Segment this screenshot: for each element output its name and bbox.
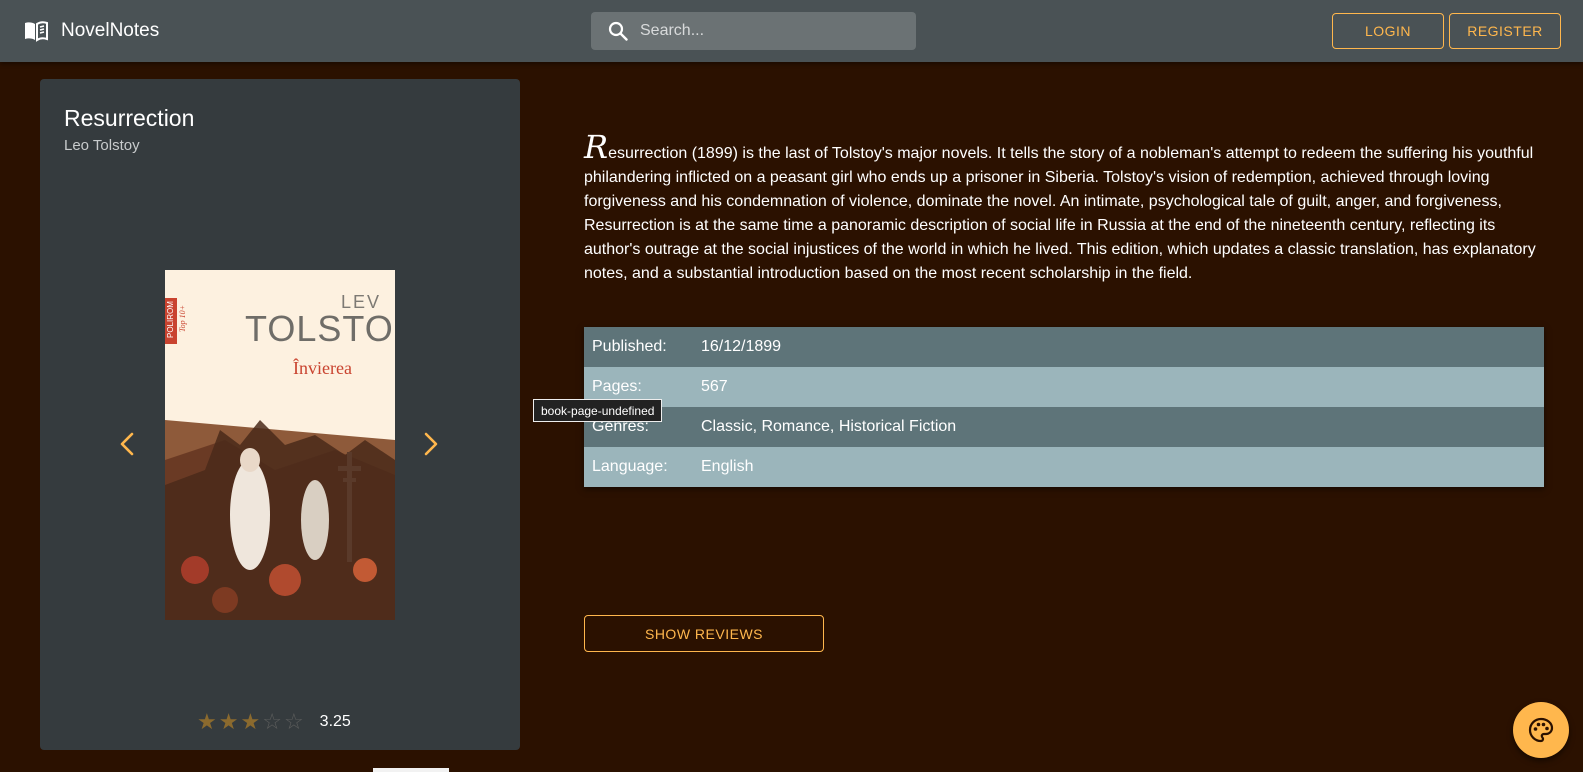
details-value: English <box>701 458 754 475</box>
search-icon <box>608 21 628 41</box>
rating-value: 3.25 <box>319 713 351 730</box>
app-bar: NovelNotes LOGIN REGISTER <box>0 0 1583 62</box>
details-row: Genres: Classic, Romance, Historical Fic… <box>584 407 1544 447</box>
chevron-right-icon[interactable] <box>422 431 440 457</box>
search-box[interactable] <box>591 12 916 50</box>
chevron-left-icon[interactable] <box>118 431 136 457</box>
tooltip: book-page-undefined <box>533 399 663 422</box>
drop-cap: R <box>584 128 609 166</box>
star-filled-icon[interactable]: ★ <box>240 711 260 733</box>
star-filled-icon[interactable]: ★ <box>197 711 217 733</box>
details-row: Language: English <box>584 447 1544 487</box>
details-row: Pages: 567 <box>584 367 1544 407</box>
book-details-table: Published: 16/12/1899 Pages: 567 Genres:… <box>584 327 1544 487</box>
register-button[interactable]: REGISTER <box>1449 13 1561 49</box>
details-value: 16/12/1899 <box>701 338 782 355</box>
scroll-indicator <box>373 768 449 772</box>
search-input[interactable] <box>638 21 902 41</box>
star-filled-icon[interactable]: ★ <box>219 711 239 733</box>
star-empty-icon[interactable]: ☆ <box>262 711 282 733</box>
description-text: esurrection (1899) is the last of Tolsto… <box>584 145 1536 282</box>
book-open-icon <box>25 21 48 42</box>
details-label: Language: <box>592 458 668 475</box>
cover-badge: Top 10+ <box>178 304 188 333</box>
cover-title: Învierea <box>293 358 352 378</box>
book-cover-image: POLIROM Top 10+ LEV TOLSTOI Învierea <box>165 270 395 620</box>
book-author: Leo Tolstoy <box>64 137 140 154</box>
book-title: Resurrection <box>64 105 195 131</box>
login-button[interactable]: LOGIN <box>1332 13 1444 49</box>
palette-icon <box>1528 717 1554 743</box>
rating: ★ ★ ★ ☆ ☆ 3.25 <box>197 711 351 733</box>
app-name: NovelNotes <box>61 20 160 41</box>
book-card: Resurrection Leo Tolstoy POLIROM Top 10+… <box>40 79 520 750</box>
show-reviews-button[interactable]: SHOW REVIEWS <box>584 615 824 652</box>
theme-button[interactable] <box>1513 702 1569 758</box>
brand[interactable]: NovelNotes <box>24 17 159 45</box>
book-description: Resurrection (1899) is the last of Tolst… <box>584 131 1544 286</box>
details-value: 567 <box>701 378 728 395</box>
details-value: Classic, Romance, Historical Fiction <box>701 418 957 435</box>
star-empty-icon[interactable]: ☆ <box>284 711 304 733</box>
details-row: Published: 16/12/1899 <box>584 327 1544 367</box>
cover-author-last: TOLSTOI <box>245 308 395 349</box>
cover-series: POLIROM <box>165 301 175 338</box>
details-label: Published: <box>592 338 667 355</box>
